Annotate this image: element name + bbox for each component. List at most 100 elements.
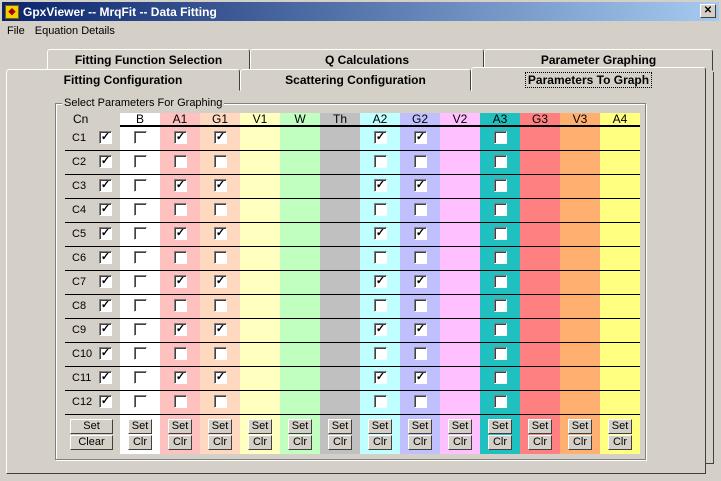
b-checkbox[interactable] (134, 275, 147, 288)
g1-checkbox[interactable] (214, 299, 227, 312)
g1-checkbox[interactable]: ✓ (214, 227, 227, 240)
g1-checkbox[interactable]: ✓ (214, 371, 227, 384)
a1-checkbox[interactable]: ✓ (174, 227, 187, 240)
a2-checkbox[interactable]: ✓ (374, 131, 387, 144)
a2-checkbox[interactable] (374, 299, 387, 312)
a1-clr-button[interactable]: Clr (168, 435, 192, 450)
cn-checkbox[interactable]: ✓ (99, 275, 112, 288)
a3-checkbox[interactable] (494, 275, 507, 288)
a4-clr-button[interactable]: Clr (608, 435, 632, 450)
a1-checkbox[interactable]: ✓ (174, 131, 187, 144)
cn-checkbox[interactable]: ✓ (99, 371, 112, 384)
b-checkbox[interactable] (134, 227, 147, 240)
a1-set-button[interactable]: Set (168, 419, 192, 434)
g1-checkbox[interactable]: ✓ (214, 323, 227, 336)
g1-checkbox[interactable] (214, 251, 227, 264)
g3-set-button[interactable]: Set (528, 419, 552, 434)
v1-set-button[interactable]: Set (248, 419, 272, 434)
a2-checkbox[interactable] (374, 251, 387, 264)
g2-checkbox[interactable]: ✓ (414, 323, 427, 336)
b-checkbox[interactable] (134, 395, 147, 408)
b-checkbox[interactable] (134, 371, 147, 384)
tab-scattering-configuration[interactable]: Scattering Configuration (240, 69, 471, 91)
cn-checkbox[interactable]: ✓ (99, 347, 112, 360)
a2-checkbox[interactable]: ✓ (374, 371, 387, 384)
tab-fitting-configuration[interactable]: Fitting Configuration (6, 69, 240, 91)
cn-checkbox[interactable]: ✓ (99, 131, 112, 144)
b-checkbox[interactable] (134, 203, 147, 216)
b-clr-button[interactable]: Clr (128, 435, 152, 450)
g2-checkbox[interactable]: ✓ (414, 371, 427, 384)
a1-checkbox[interactable] (174, 395, 187, 408)
a2-checkbox[interactable] (374, 347, 387, 360)
cn-checkbox[interactable]: ✓ (99, 179, 112, 192)
g1-checkbox[interactable] (214, 395, 227, 408)
a1-checkbox[interactable] (174, 347, 187, 360)
b-checkbox[interactable] (134, 347, 147, 360)
a3-clr-button[interactable]: Clr (488, 435, 512, 450)
w-clr-button[interactable]: Clr (288, 435, 312, 450)
a3-checkbox[interactable] (494, 347, 507, 360)
a1-checkbox[interactable]: ✓ (174, 323, 187, 336)
g1-checkbox[interactable]: ✓ (214, 179, 227, 192)
a1-checkbox[interactable]: ✓ (174, 371, 187, 384)
g2-checkbox[interactable] (414, 347, 427, 360)
b-checkbox[interactable] (134, 299, 147, 312)
cn-set-button[interactable]: Set (70, 419, 113, 434)
b-checkbox[interactable] (134, 179, 147, 192)
b-set-button[interactable]: Set (128, 419, 152, 434)
th-clr-button[interactable]: Clr (328, 435, 352, 450)
v2-set-button[interactable]: Set (448, 419, 472, 434)
tab-fitting-function-selection[interactable]: Fitting Function Selection (47, 49, 250, 71)
a3-checkbox[interactable] (494, 131, 507, 144)
a2-checkbox[interactable]: ✓ (374, 179, 387, 192)
a2-checkbox[interactable] (374, 203, 387, 216)
cn-checkbox[interactable]: ✓ (99, 251, 112, 264)
v1-clr-button[interactable]: Clr (248, 435, 272, 450)
cn-checkbox[interactable]: ✓ (99, 395, 112, 408)
g2-checkbox[interactable]: ✓ (414, 227, 427, 240)
g2-checkbox[interactable] (414, 299, 427, 312)
cn-checkbox[interactable]: ✓ (99, 155, 112, 168)
a2-checkbox[interactable] (374, 155, 387, 168)
cn-checkbox[interactable]: ✓ (99, 323, 112, 336)
a3-checkbox[interactable] (494, 395, 507, 408)
tab-parameters-to-graph[interactable]: Parameters To Graph (471, 67, 706, 91)
a2-checkbox[interactable]: ✓ (374, 275, 387, 288)
a3-checkbox[interactable] (494, 323, 507, 336)
cn-checkbox[interactable]: ✓ (99, 203, 112, 216)
a3-checkbox[interactable] (494, 155, 507, 168)
b-checkbox[interactable] (134, 323, 147, 336)
th-set-button[interactable]: Set (328, 419, 352, 434)
g2-checkbox[interactable] (414, 395, 427, 408)
g3-clr-button[interactable]: Clr (528, 435, 552, 450)
g1-checkbox[interactable] (214, 155, 227, 168)
b-checkbox[interactable] (134, 155, 147, 168)
menu-equation-details[interactable]: Equation Details (30, 25, 120, 37)
a3-checkbox[interactable] (494, 227, 507, 240)
a1-checkbox[interactable] (174, 299, 187, 312)
a2-checkbox[interactable]: ✓ (374, 227, 387, 240)
g1-clr-button[interactable]: Clr (208, 435, 232, 450)
a3-checkbox[interactable] (494, 371, 507, 384)
g2-clr-button[interactable]: Clr (408, 435, 432, 450)
a2-clr-button[interactable]: Clr (368, 435, 392, 450)
b-checkbox[interactable] (134, 251, 147, 264)
a1-checkbox[interactable]: ✓ (174, 179, 187, 192)
cn-checkbox[interactable]: ✓ (99, 227, 112, 240)
g2-checkbox[interactable]: ✓ (414, 179, 427, 192)
a3-set-button[interactable]: Set (488, 419, 512, 434)
cn-checkbox[interactable]: ✓ (99, 299, 112, 312)
v3-set-button[interactable]: Set (568, 419, 592, 434)
g1-checkbox[interactable]: ✓ (214, 131, 227, 144)
a3-checkbox[interactable] (494, 179, 507, 192)
g1-checkbox[interactable] (214, 347, 227, 360)
a3-checkbox[interactable] (494, 299, 507, 312)
a1-checkbox[interactable]: ✓ (174, 275, 187, 288)
g2-checkbox[interactable] (414, 203, 427, 216)
cn-clear-button[interactable]: Clear (70, 435, 113, 450)
a4-set-button[interactable]: Set (608, 419, 632, 434)
g1-checkbox[interactable] (214, 203, 227, 216)
g2-set-button[interactable]: Set (408, 419, 432, 434)
g2-checkbox[interactable] (414, 155, 427, 168)
